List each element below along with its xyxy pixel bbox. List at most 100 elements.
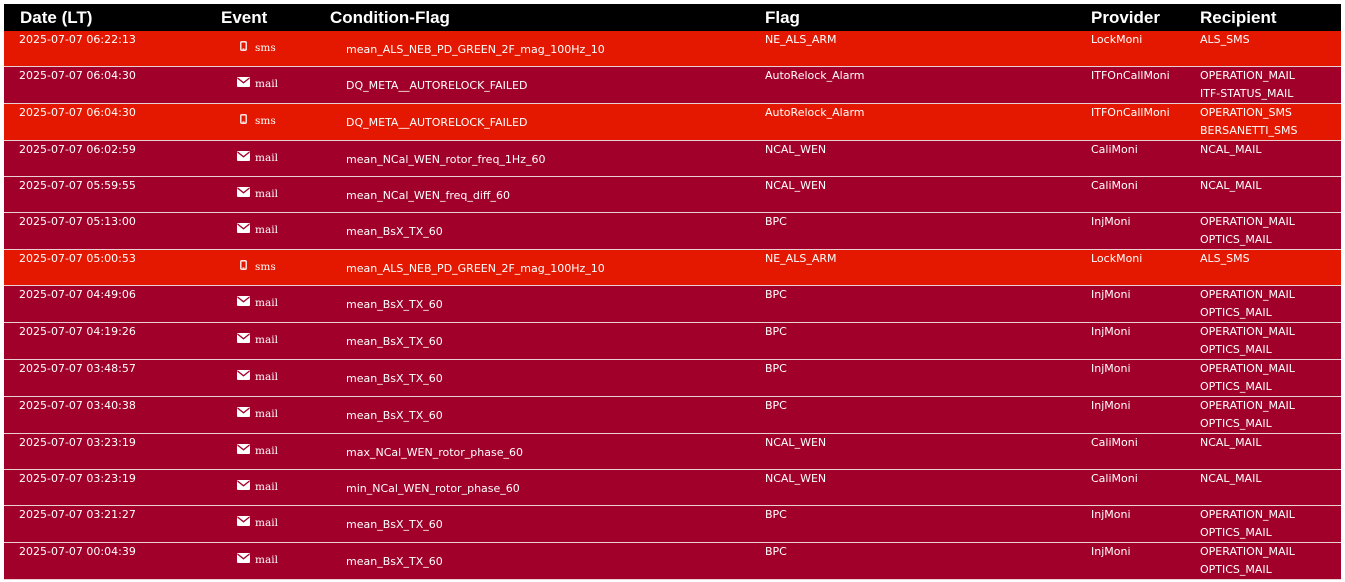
recipient-text: ALS_SMS (1200, 251, 1250, 265)
event-label: mail (255, 223, 278, 236)
recipient-text: OPERATION_MAIL (1200, 361, 1295, 375)
cell-event: mail (221, 66, 330, 104)
recipient-text: OPERATION_MAIL (1200, 324, 1295, 338)
table-row[interactable]: 2025-07-07 00:04:39 mail mean_BsX_TX_60 BPC… (4, 542, 1341, 580)
cell-provider: InjMoni (1091, 359, 1200, 397)
condition-text: max_NCal_WEN_rotor_phase_60 (346, 445, 523, 459)
envelope-icon (235, 368, 251, 386)
date-text: 2025-07-07 03:48:57 (19, 361, 136, 375)
cell-event: mail (221, 140, 330, 177)
recipient-text: OPERATION_MAIL (1200, 68, 1295, 82)
cell-recipient: OPERATION_MAIL OPTICS_MAIL (1200, 212, 1341, 250)
condition-text: mean_BsX_TX_60 (346, 517, 443, 531)
table-row[interactable]: 2025-07-07 06:22:13 sms mean_ALS_NEB_PD_GR… (4, 31, 1341, 67)
cell-provider: CaliMoni (1091, 140, 1200, 177)
cell-recipient: OPERATION_MAIL OPTICS_MAIL (1200, 396, 1341, 434)
cell-provider: LockMoni (1091, 31, 1200, 67)
recipient-text: ITF-STATUS_MAIL (1200, 86, 1294, 100)
cell-date: 2025-07-07 05:13:00 (4, 212, 221, 250)
cell-flag: NE_ALS_ARM (765, 31, 1091, 67)
table-row[interactable]: 2025-07-07 04:49:06 mail mean_BsX_TX_60 BPC… (4, 285, 1341, 323)
cell-recipient: OPERATION_MAIL OPTICS_MAIL (1200, 542, 1341, 580)
condition-text: mean_ALS_NEB_PD_GREEN_2F_mag_100Hz_10 (346, 43, 605, 56)
date-text: 2025-07-07 06:04:30 (19, 68, 136, 82)
table-row[interactable]: 2025-07-07 06:04:30 mail DQ_META__AUTORELO… (4, 66, 1341, 104)
recipient-text: OPERATION_MAIL (1200, 287, 1295, 301)
condition-text: mean_NCal_WEN_rotor_freq_1Hz_60 (346, 152, 546, 166)
table-row[interactable]: 2025-07-07 05:59:55 mail mean_NCal_WEN_fre… (4, 176, 1341, 213)
condition-text: min_NCal_WEN_rotor_phase_60 (346, 481, 520, 495)
cell-condition-flag: mean_BsX_TX_60 (330, 322, 765, 360)
event-label: mail (255, 151, 278, 164)
phone-icon (235, 39, 251, 57)
cell-condition-flag: mean_ALS_NEB_PD_GREEN_2F_mag_100Hz_10 (330, 249, 765, 286)
cell-condition-flag: DQ_META__AUTORELOCK_FAILED (330, 66, 765, 104)
envelope-icon (235, 405, 251, 423)
cell-recipient: NCAL_MAIL (1200, 140, 1341, 177)
cell-date: 2025-07-07 00:04:39 (4, 542, 221, 580)
table-row[interactable]: 2025-07-07 04:19:26 mail mean_BsX_TX_60 BPC… (4, 322, 1341, 360)
cell-recipient: OPERATION_SMS BERSANETTI_SMS (1200, 103, 1341, 141)
cell-provider: LockMoni (1091, 249, 1200, 286)
cell-event: mail (221, 505, 330, 543)
cell-recipient: OPERATION_MAIL OPTICS_MAIL (1200, 322, 1341, 360)
table-row[interactable]: 2025-07-07 05:13:00 mail mean_BsX_TX_60 BPC… (4, 212, 1341, 250)
cell-provider: InjMoni (1091, 396, 1200, 434)
cell-condition-flag: mean_NCal_WEN_rotor_freq_1Hz_60 (330, 140, 765, 177)
header-flag[interactable]: Flag (765, 4, 1091, 31)
recipient-text: OPERATION_MAIL (1200, 507, 1295, 521)
cell-date: 2025-07-07 03:21:27 (4, 505, 221, 543)
cell-event: sms (221, 249, 330, 286)
date-text: 2025-07-07 05:00:53 (19, 251, 136, 265)
recipient-text: OPTICS_MAIL (1200, 232, 1272, 246)
cell-provider: InjMoni (1091, 212, 1200, 250)
cell-flag: AutoRelock_Alarm (765, 66, 1091, 104)
date-text: 2025-07-07 05:13:00 (19, 214, 136, 228)
recipient-text: OPERATION_MAIL (1200, 398, 1295, 412)
cell-event: mail (221, 542, 330, 580)
cell-flag: AutoRelock_Alarm (765, 103, 1091, 141)
cell-condition-flag: mean_BsX_TX_60 (330, 542, 765, 580)
cell-flag: NCAL_WEN (765, 433, 1091, 470)
envelope-icon (235, 331, 251, 349)
header-condition-flag[interactable]: Condition-Flag (330, 4, 765, 31)
cell-provider: ITFOnCallMoni (1091, 103, 1200, 141)
header-date[interactable]: Date (LT) (4, 4, 221, 31)
cell-provider: ITFOnCallMoni (1091, 66, 1200, 104)
recipient-text: OPTICS_MAIL (1200, 525, 1272, 539)
table-row[interactable]: 2025-07-07 03:40:38 mail mean_BsX_TX_60 BPC… (4, 396, 1341, 434)
table-row[interactable]: 2025-07-07 03:21:27 mail mean_BsX_TX_60 BPC… (4, 505, 1341, 543)
table-row[interactable]: 2025-07-07 03:23:19 mail min_NCal_WEN_roto… (4, 469, 1341, 506)
recipient-text: NCAL_MAIL (1200, 142, 1262, 156)
cell-event: mail (221, 322, 330, 360)
alarm-log-table: Date (LT) Event Condition-Flag Flag Prov… (4, 4, 1341, 580)
cell-condition-flag: mean_ALS_NEB_PD_GREEN_2F_mag_100Hz_10 (330, 31, 765, 67)
date-text: 2025-07-07 06:02:59 (19, 142, 136, 156)
cell-date: 2025-07-07 03:40:38 (4, 396, 221, 434)
table-row[interactable]: 2025-07-07 06:02:59 mail mean_NCal_WEN_rot… (4, 140, 1341, 177)
cell-provider: InjMoni (1091, 285, 1200, 323)
cell-condition-flag: max_NCal_WEN_rotor_phase_60 (330, 433, 765, 470)
cell-date: 2025-07-07 06:04:30 (4, 103, 221, 141)
event-label: mail (255, 553, 278, 566)
date-text: 2025-07-07 00:04:39 (19, 544, 136, 558)
event-label: sms (255, 260, 276, 273)
table-row[interactable]: 2025-07-07 03:48:57 mail mean_BsX_TX_60 BPC… (4, 359, 1341, 397)
cell-flag: BPC (765, 322, 1091, 360)
cell-date: 2025-07-07 03:23:19 (4, 469, 221, 506)
cell-event: mail (221, 176, 330, 213)
recipient-text: OPTICS_MAIL (1200, 342, 1272, 356)
date-text: 2025-07-07 03:40:38 (19, 398, 136, 412)
table-row[interactable]: 2025-07-07 03:23:19 mail max_NCal_WEN_roto… (4, 433, 1341, 470)
cell-flag: BPC (765, 505, 1091, 543)
cell-recipient: NCAL_MAIL (1200, 176, 1341, 213)
header-event[interactable]: Event (221, 4, 330, 31)
cell-provider: CaliMoni (1091, 176, 1200, 213)
header-recipient[interactable]: Recipient (1200, 4, 1341, 31)
cell-condition-flag: min_NCal_WEN_rotor_phase_60 (330, 469, 765, 506)
header-provider[interactable]: Provider (1091, 4, 1200, 31)
table-row[interactable]: 2025-07-07 06:04:30 sms DQ_META__AUTORELOC… (4, 103, 1341, 141)
table-row[interactable]: 2025-07-07 05:00:53 sms mean_ALS_NEB_PD_GR… (4, 249, 1341, 286)
recipient-text: OPERATION_SMS (1200, 105, 1292, 119)
envelope-icon (235, 442, 251, 460)
